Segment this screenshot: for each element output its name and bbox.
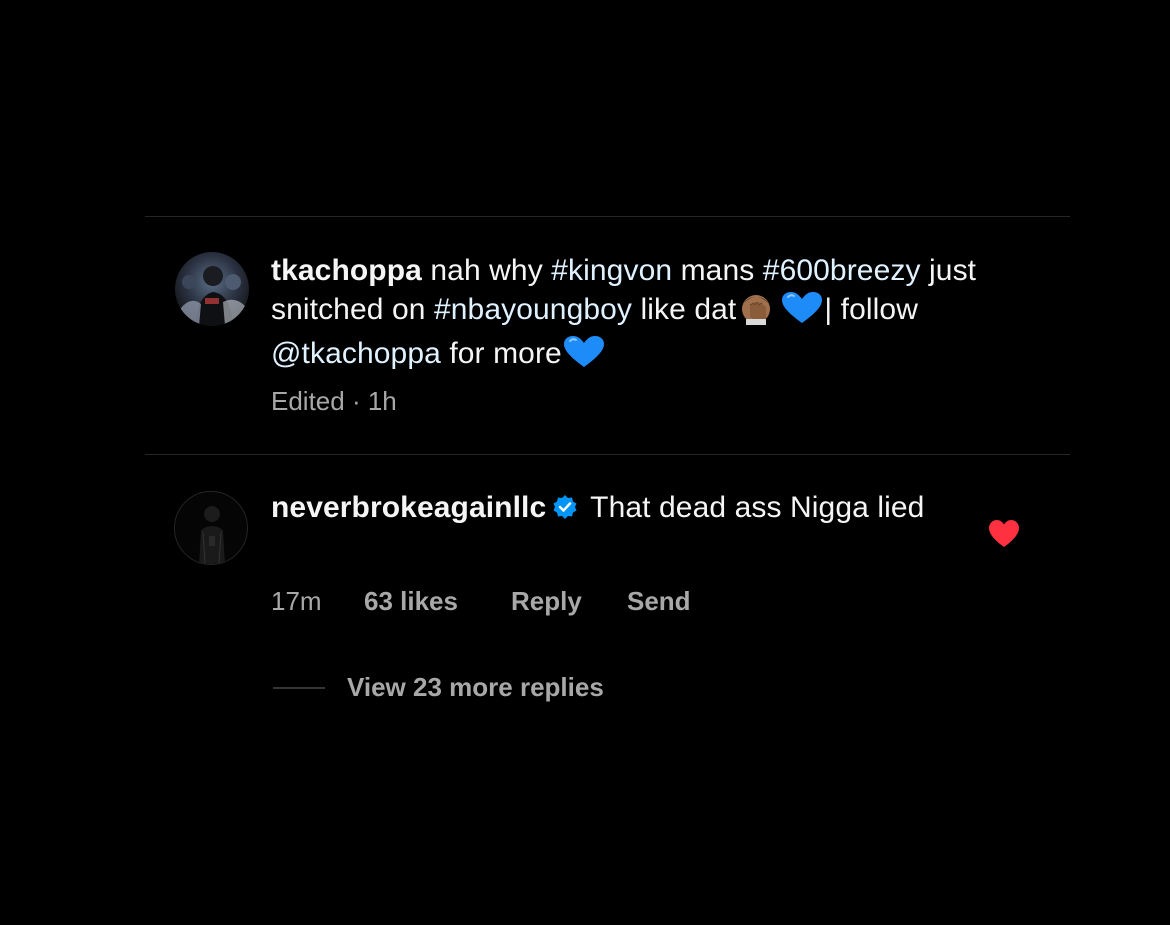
comment-time: 17m <box>271 586 322 616</box>
comment-avatar[interactable] <box>174 491 248 565</box>
hashtag-link-3[interactable]: #nbayoungboy <box>434 293 632 326</box>
liked-heart-icon[interactable] <box>988 519 1020 549</box>
caption-text-2: mans <box>672 254 763 287</box>
hashtag-link-2[interactable]: #600breezy <box>763 254 921 287</box>
view-replies-line <box>273 687 325 689</box>
comment-username[interactable]: neverbrokeagainllc <box>271 491 546 524</box>
hashtag-link-1[interactable]: #kingvon <box>551 254 672 287</box>
send-button[interactable]: Send <box>627 586 691 617</box>
view-more-replies-button[interactable]: View 23 more replies <box>347 672 604 703</box>
divider-middle <box>145 454 1070 455</box>
mention-link[interactable]: @tkachoppa <box>271 337 441 370</box>
facepalm-emoji-icon <box>736 291 780 336</box>
caption-username[interactable]: tkachoppa <box>271 254 422 287</box>
reply-button[interactable]: Reply <box>511 586 582 617</box>
comment-body: neverbrokeagainllc That dead ass Nigga l… <box>271 489 951 531</box>
caption-text-4: like dat <box>632 292 737 326</box>
likes-count-button[interactable]: 63 likes <box>364 586 458 617</box>
blue-heart-emoji-icon <box>562 335 606 380</box>
verified-badge-icon <box>552 492 578 531</box>
avatar-image <box>175 492 247 564</box>
comment-text: That dead ass Nigga lied <box>582 491 925 524</box>
avatar-image <box>175 252 249 326</box>
caption-avatar[interactable] <box>175 252 249 326</box>
caption-text-1: nah why <box>421 254 552 287</box>
blue-heart-emoji-icon <box>780 291 824 336</box>
post-caption: tkachoppa nah why #kingvon mans #600bree… <box>271 252 1031 380</box>
divider-top <box>145 216 1070 217</box>
caption-text-6: for more <box>440 337 562 370</box>
caption-text-5: | follow <box>824 292 918 326</box>
caption-meta: Edited · 1h <box>271 386 397 416</box>
